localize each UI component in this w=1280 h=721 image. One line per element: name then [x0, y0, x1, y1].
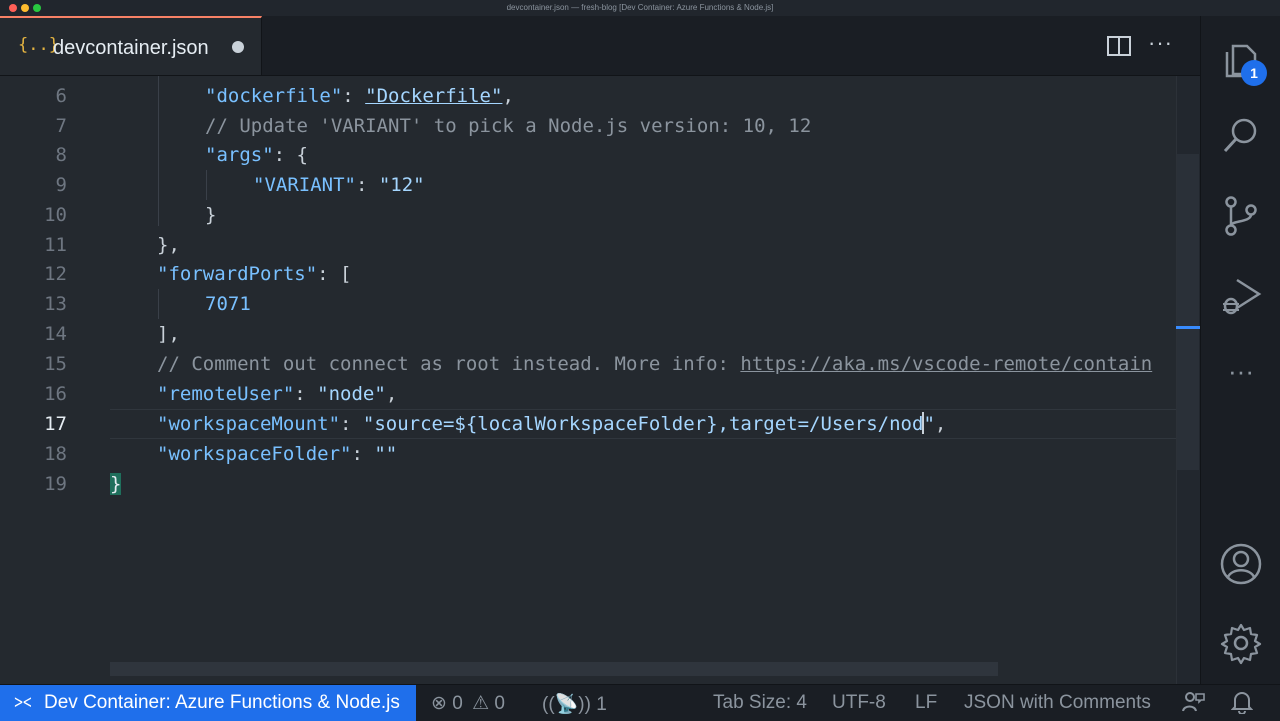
tab-bar: {..} devcontainer.json ···	[0, 16, 1200, 76]
warning-count: 0	[494, 693, 505, 714]
notifications-bell-icon[interactable]	[1230, 690, 1254, 720]
error-icon: ⊗	[431, 693, 447, 714]
remote-indicator[interactable]: ⪥ Dev Container: Azure Functions & Node.…	[0, 685, 416, 721]
code-line: ],	[157, 323, 180, 345]
title-bar: devcontainer.json — fresh-blog [Dev Cont…	[0, 0, 1280, 16]
code-line: // Comment out connect as root instead. …	[157, 353, 1153, 375]
code-line: "dockerfile": "Dockerfile",	[205, 85, 514, 107]
code-line: }	[110, 469, 122, 499]
line-number: 6	[55, 85, 67, 107]
comment-url-link[interactable]: https://aka.ms/vscode-remote/contain	[740, 353, 1152, 375]
tab-label: devcontainer.json	[53, 37, 209, 59]
feedback-icon[interactable]	[1181, 690, 1205, 720]
line-number: 8	[55, 144, 67, 166]
code-line-active: "workspaceMount": "source=${localWorkspa…	[157, 412, 947, 435]
encoding-indicator[interactable]: UTF-8	[832, 692, 886, 714]
close-window-button[interactable]	[9, 4, 17, 12]
language-mode-indicator[interactable]: JSON with Comments	[964, 692, 1151, 714]
line-number: 14	[44, 323, 67, 345]
minimize-window-button[interactable]	[21, 4, 29, 12]
problems-indicator[interactable]: ⊗ 0 ⚠ 0	[431, 692, 505, 715]
explorer-badge: 1	[1241, 60, 1267, 86]
line-number: 10	[44, 204, 67, 226]
source-control-icon[interactable]	[1219, 194, 1263, 238]
code-line: "args": {	[205, 144, 308, 166]
line-number: 11	[44, 234, 67, 256]
line-number: 7	[55, 115, 67, 137]
warning-icon: ⚠	[472, 693, 490, 714]
tab-size-indicator[interactable]: Tab Size: 4	[713, 692, 807, 714]
eol-indicator[interactable]: LF	[915, 692, 937, 714]
line-number: 12	[44, 263, 67, 285]
vertical-scrollbar-thumb[interactable]	[1177, 154, 1199, 470]
split-editor-icon[interactable]	[1107, 36, 1131, 56]
code-line: }	[205, 204, 217, 226]
tab-devcontainer-json[interactable]: {..} devcontainer.json	[0, 16, 262, 75]
line-number: 13	[44, 293, 67, 315]
line-number: 19	[44, 473, 67, 495]
dockerfile-link[interactable]: "Dockerfile"	[365, 85, 502, 107]
matching-brace: }	[110, 473, 122, 495]
code-line: // Update 'VARIANT' to pick a Node.js ve…	[205, 115, 812, 137]
code-editor[interactable]: 6 7 8 9 10 11 12 13 14 15 16 17 18 19 "d…	[0, 76, 1200, 684]
code-line: "workspaceFolder": ""	[157, 443, 398, 465]
unsaved-dot-icon[interactable]	[232, 41, 244, 53]
line-number-gutter: 6 7 8 9 10 11 12 13 14 15 16 17 18 19	[0, 76, 100, 684]
code-line: 7071	[205, 293, 251, 315]
window-title: devcontainer.json — fresh-blog [Dev Cont…	[506, 3, 774, 12]
line-number: 18	[44, 443, 67, 465]
activity-bar: 1 ···	[1200, 16, 1280, 684]
code-line: },	[157, 234, 180, 256]
line-number: 9	[55, 174, 67, 196]
settings-gear-icon[interactable]	[1219, 621, 1263, 665]
status-bar: ⪥ Dev Container: Azure Functions & Node.…	[0, 684, 1280, 721]
broadcast-icon: ((📡))	[542, 694, 591, 715]
line-number-active: 17	[44, 413, 67, 435]
code-line: "forwardPorts": [	[157, 263, 352, 285]
maximize-window-button[interactable]	[33, 4, 41, 12]
code-line: "remoteUser": "node",	[157, 383, 398, 405]
account-icon[interactable]	[1219, 542, 1263, 586]
more-actions-icon[interactable]: ···	[1148, 32, 1174, 58]
ports-indicator[interactable]: ((📡)) 1	[542, 692, 607, 716]
more-icon[interactable]: ···	[1219, 356, 1263, 400]
remote-label: Dev Container: Azure Functions & Node.js	[44, 692, 400, 713]
remote-icon: ⪥	[14, 690, 32, 712]
horizontal-scrollbar[interactable]	[110, 662, 998, 676]
line-number: 16	[44, 383, 67, 405]
run-debug-icon[interactable]	[1219, 274, 1263, 318]
code-line: "VARIANT": "12"	[253, 174, 425, 196]
overview-ruler-marker	[1176, 326, 1200, 329]
error-count: 0	[452, 693, 463, 714]
line-number: 15	[44, 353, 67, 375]
ports-count: 1	[596, 694, 607, 715]
search-icon[interactable]	[1219, 114, 1263, 158]
